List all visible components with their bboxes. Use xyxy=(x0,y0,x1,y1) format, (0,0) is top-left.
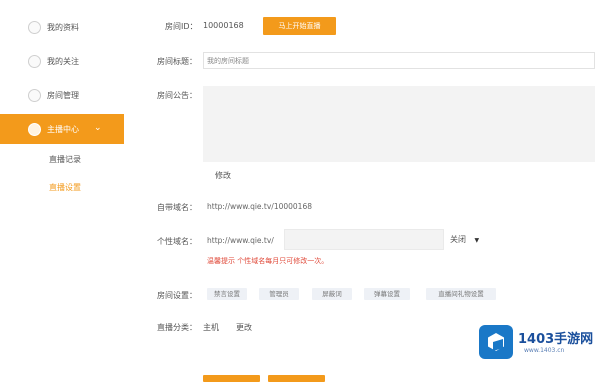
custom-domain-select-value: 关闭 xyxy=(450,235,466,244)
sidebar-item-label: 房间管理 xyxy=(47,91,79,100)
settings-label: 房间设置： xyxy=(157,291,197,300)
custom-domain-select[interactable]: 关闭 ▼ xyxy=(450,234,486,246)
announcement-label: 房间公告： xyxy=(157,91,197,100)
announcement-edit-link[interactable]: 修改 xyxy=(215,170,231,181)
watermark-url: www.1403.cn xyxy=(524,347,565,354)
address-value: http://www.qie.tv/10000168 xyxy=(207,202,312,211)
user-icon xyxy=(28,21,41,34)
category-value: 主机 xyxy=(203,323,219,332)
settings-option-admin[interactable]: 管理员 xyxy=(259,288,299,300)
custom-domain-input[interactable] xyxy=(284,229,444,250)
submit-button[interactable] xyxy=(268,375,325,382)
settings-option-danmaku[interactable]: 弹幕设置 xyxy=(364,288,410,300)
save-button[interactable] xyxy=(203,375,260,382)
address-label: 自带域名： xyxy=(157,203,197,212)
room-id-label: 房间ID： xyxy=(165,22,198,31)
settings-option-mute[interactable]: 禁言设置 xyxy=(207,288,247,300)
sidebar-item-label: 主播中心 xyxy=(47,125,79,134)
settings-option-blockwords[interactable]: 屏蔽词 xyxy=(312,288,352,300)
room-title-input[interactable]: 我的房间标题 xyxy=(203,52,595,69)
sidebar-item-room-manage[interactable]: 房间管理 xyxy=(0,82,124,110)
home-icon xyxy=(28,89,41,102)
chevron-down-icon: ⌄ xyxy=(94,123,102,133)
broadcaster-icon xyxy=(28,123,41,136)
settings-option-label: 直播间礼物设置 xyxy=(438,290,484,298)
category-change-link[interactable]: 更改 xyxy=(236,322,252,333)
category-label: 直播分类： xyxy=(157,323,197,332)
settings-option-label: 屏蔽词 xyxy=(322,290,342,298)
sidebar-subitem-settings[interactable]: 直播设置 xyxy=(49,182,81,193)
room-title-value: 我的房间标题 xyxy=(207,57,249,65)
settings-option-label: 管理员 xyxy=(269,290,289,298)
start-live-button[interactable]: 马上开始直播 xyxy=(263,17,336,35)
settings-option-label: 弹幕设置 xyxy=(374,290,400,298)
settings-option-label: 禁言设置 xyxy=(214,290,240,298)
warning-text: 温馨提示 个性域名每月只可修改一次。 xyxy=(207,257,329,265)
settings-option-gifts[interactable]: 直播间礼物设置 xyxy=(426,288,496,300)
room-title-label: 房间标题： xyxy=(157,57,197,66)
heart-icon xyxy=(28,55,41,68)
room-id-value: 10000168 xyxy=(203,21,244,30)
custom-domain-prefix: http://www.qie.tv/ xyxy=(207,236,274,245)
sidebar-item-label: 我的关注 xyxy=(47,57,79,66)
sidebar-item-profile[interactable]: 我的资料 xyxy=(0,14,124,42)
sidebar-item-label: 我的资料 xyxy=(47,23,79,32)
sidebar-subitem-records[interactable]: 直播记录 xyxy=(49,154,81,165)
start-live-button-label: 马上开始直播 xyxy=(278,22,321,30)
announcement-textarea[interactable] xyxy=(203,86,595,162)
custom-domain-label: 个性域名： xyxy=(157,237,197,246)
sidebar-item-follows[interactable]: 我的关注 xyxy=(0,48,124,76)
watermark-title: 1403手游网 xyxy=(518,332,594,347)
chevron-down-icon: ▼ xyxy=(474,237,480,244)
sidebar-item-broadcaster[interactable]: 主播中心 ⌄ xyxy=(0,114,124,144)
watermark-logo-icon xyxy=(479,325,513,359)
